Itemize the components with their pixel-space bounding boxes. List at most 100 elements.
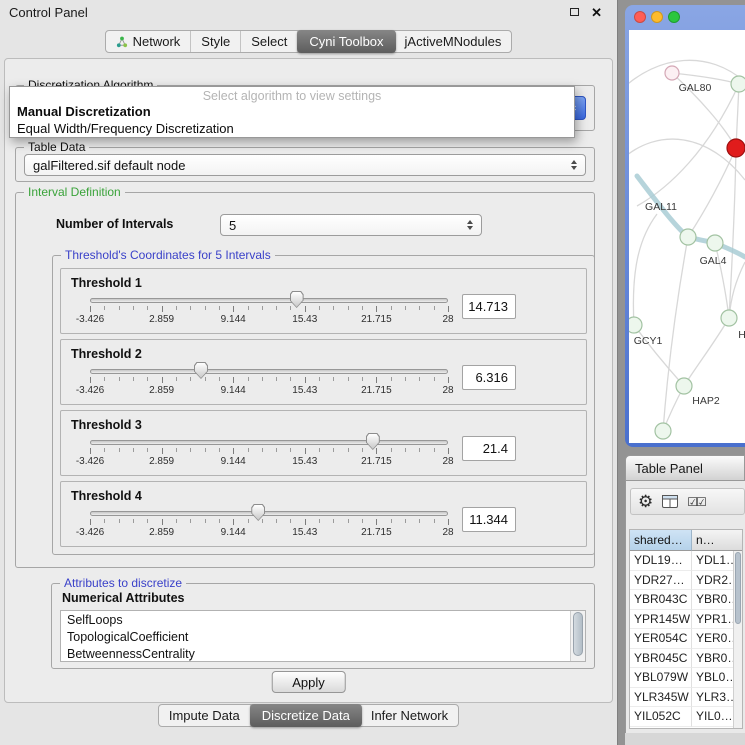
close-icon[interactable]: ✕ bbox=[591, 6, 602, 19]
table-rows: YDL19…YDL1…YDR27…YDR2…YBR043CYBR0…YPR145… bbox=[630, 551, 742, 727]
attribute-item-selfloops[interactable]: SelfLoops bbox=[61, 611, 585, 628]
gear-icon[interactable]: ⚙ bbox=[638, 493, 653, 510]
number-of-intervals-value: 5 bbox=[229, 218, 461, 233]
threshold-1-value-field[interactable]: 14.713 bbox=[462, 294, 516, 319]
slider-scale-label: -3.426 bbox=[76, 385, 104, 396]
tab-discretize-data[interactable]: Discretize Data bbox=[250, 704, 362, 727]
table-scrollbar[interactable] bbox=[733, 551, 742, 728]
window-buttons: ✕ bbox=[570, 6, 608, 19]
slider-tick bbox=[147, 519, 148, 523]
control-panel-window: Control Panel ✕ NetworkStyle Select Cyni T… bbox=[0, 0, 618, 745]
slider-tick bbox=[190, 519, 191, 523]
table-row[interactable]: YER054CYER0… bbox=[630, 629, 742, 649]
slider-tick bbox=[248, 519, 249, 523]
algorithm-dropdown-list: Select algorithm to view settings Manual… bbox=[9, 86, 575, 138]
slider-tick bbox=[176, 306, 177, 310]
combo-stepper-icon bbox=[571, 160, 577, 170]
cell-shared-name: YDR27… bbox=[630, 571, 692, 591]
threshold-4-slider-thumb[interactable] bbox=[251, 504, 265, 521]
threshold-1-slider-row: -3.4262.8599.14415.4321.71528 14.713 bbox=[70, 291, 577, 329]
slider-tick bbox=[276, 377, 277, 381]
slider-scale-label: 15.43 bbox=[292, 314, 317, 325]
slider-track bbox=[90, 511, 448, 516]
slider-tick bbox=[405, 448, 406, 452]
slider-tick bbox=[219, 306, 220, 310]
slider-tick bbox=[147, 448, 148, 452]
slider-tick bbox=[362, 519, 363, 523]
tab-infer-network[interactable]: Infer Network bbox=[361, 705, 458, 726]
column-header-name[interactable]: n… bbox=[692, 530, 742, 551]
table-row[interactable]: YBR045CYBR0… bbox=[630, 649, 742, 669]
slider-tick bbox=[448, 519, 449, 525]
tab-cyni-toolbox[interactable]: Cyni Toolbox bbox=[297, 30, 395, 53]
tab-select-label: Select bbox=[251, 34, 287, 49]
attribute-item-betweennesscentrality[interactable]: BetweennessCentrality bbox=[61, 645, 585, 662]
threshold-3-value-field[interactable]: 21.4 bbox=[462, 436, 516, 461]
slider-scale-label: 15.43 bbox=[292, 527, 317, 538]
slider-tick bbox=[419, 306, 420, 310]
list-scrollbar-thumb[interactable] bbox=[573, 612, 583, 656]
slider-tick bbox=[176, 519, 177, 523]
slider-tick bbox=[262, 377, 263, 381]
network-canvas[interactable]: GAL80GAL11GAL4GCY1HAP2H bbox=[629, 30, 745, 443]
slider-tick bbox=[333, 448, 334, 452]
cell-shared-name: YBL079W bbox=[630, 668, 692, 688]
numerical-attributes-label: Numerical Attributes bbox=[62, 591, 184, 605]
threshold-4-value-field[interactable]: 11.344 bbox=[462, 507, 516, 532]
slider-tick bbox=[205, 519, 206, 523]
tab-style[interactable]: Style bbox=[191, 31, 241, 52]
table-row[interactable]: YPR145WYPR1… bbox=[630, 610, 742, 630]
interval-definition-title: Interval Definition bbox=[24, 185, 125, 199]
threshold-3-slider[interactable]: -3.4262.8599.14415.4321.71528 bbox=[90, 433, 448, 471]
slider-tick bbox=[319, 377, 320, 381]
slider-tick bbox=[233, 448, 234, 454]
threshold-2-slider-thumb[interactable] bbox=[194, 362, 208, 379]
list-scrollbar[interactable] bbox=[570, 611, 585, 661]
checkboxes-icon[interactable]: ☑☑ bbox=[687, 495, 705, 509]
window-zoom-light[interactable] bbox=[668, 11, 680, 23]
table-panel: ⚙ ☑☑ shared…n… YDL19…YDL1…YDR27…YDR2…YBR… bbox=[625, 481, 745, 733]
slider-tick bbox=[319, 448, 320, 452]
float-window-icon[interactable] bbox=[570, 8, 579, 16]
table-row[interactable]: YIL052CYIL0… bbox=[630, 707, 742, 727]
slider-tick bbox=[305, 377, 306, 383]
slider-tick bbox=[290, 448, 291, 452]
window-traffic-lights bbox=[625, 5, 745, 23]
slider-tick bbox=[119, 448, 120, 452]
tab-jactivemnodules[interactable]: jActiveMNodules bbox=[395, 31, 512, 52]
slider-tick bbox=[190, 377, 191, 381]
dropdown-option-equal-width-frequency[interactable]: Equal Width/Frequency Discretization bbox=[10, 120, 574, 137]
threshold-3-slider-thumb[interactable] bbox=[366, 433, 380, 450]
table-row[interactable]: YLR345WYLR3… bbox=[630, 688, 742, 708]
table-row[interactable]: YBR043CYBR0… bbox=[630, 590, 742, 610]
table-scrollbar-thumb[interactable] bbox=[735, 552, 741, 624]
tab-impute-data[interactable]: Impute Data bbox=[159, 705, 251, 726]
window-close-light[interactable] bbox=[634, 11, 646, 23]
table-data-select[interactable]: galFiltered.sif default node bbox=[24, 154, 586, 176]
threshold-2-value-field[interactable]: 6.316 bbox=[462, 365, 516, 390]
control-panel-titlebar: Control Panel ✕ bbox=[0, 0, 617, 24]
threshold-2-slider[interactable]: -3.4262.8599.14415.4321.71528 bbox=[90, 362, 448, 400]
dropdown-option-manual-discretization[interactable]: Manual Discretization bbox=[10, 103, 574, 120]
tab-network[interactable]: Network bbox=[106, 31, 192, 52]
apply-button[interactable]: Apply bbox=[271, 671, 346, 693]
attribute-item-topologicalcoefficient[interactable]: TopologicalCoefficient bbox=[61, 628, 585, 645]
number-of-intervals-select[interactable]: 5 bbox=[220, 214, 482, 236]
window-minimize-light[interactable] bbox=[651, 11, 663, 23]
table-row[interactable]: YDL19…YDL1… bbox=[630, 551, 742, 571]
slider-tick bbox=[419, 519, 420, 523]
threshold-1-slider[interactable]: -3.4262.8599.14415.4321.71528 bbox=[90, 291, 448, 329]
slider-scale-label: 21.715 bbox=[361, 385, 392, 396]
table-row[interactable]: YDR27…YDR2… bbox=[630, 571, 742, 591]
slider-tick bbox=[348, 377, 349, 381]
columns-icon[interactable] bbox=[662, 495, 678, 508]
numerical-attributes-list[interactable]: SelfLoopsTopologicalCoefficientBetweenne… bbox=[60, 610, 586, 662]
column-header-shared-name[interactable]: shared… bbox=[630, 530, 692, 551]
threshold-4-slider[interactable]: -3.4262.8599.14415.4321.71528 bbox=[90, 504, 448, 542]
table-row[interactable]: YBL079WYBL0… bbox=[630, 668, 742, 688]
slider-tick bbox=[233, 519, 234, 525]
slider-tick bbox=[90, 377, 91, 383]
threshold-1-slider-thumb[interactable] bbox=[290, 291, 304, 308]
tab-select[interactable]: Select bbox=[241, 31, 298, 52]
slider-tick bbox=[290, 377, 291, 381]
